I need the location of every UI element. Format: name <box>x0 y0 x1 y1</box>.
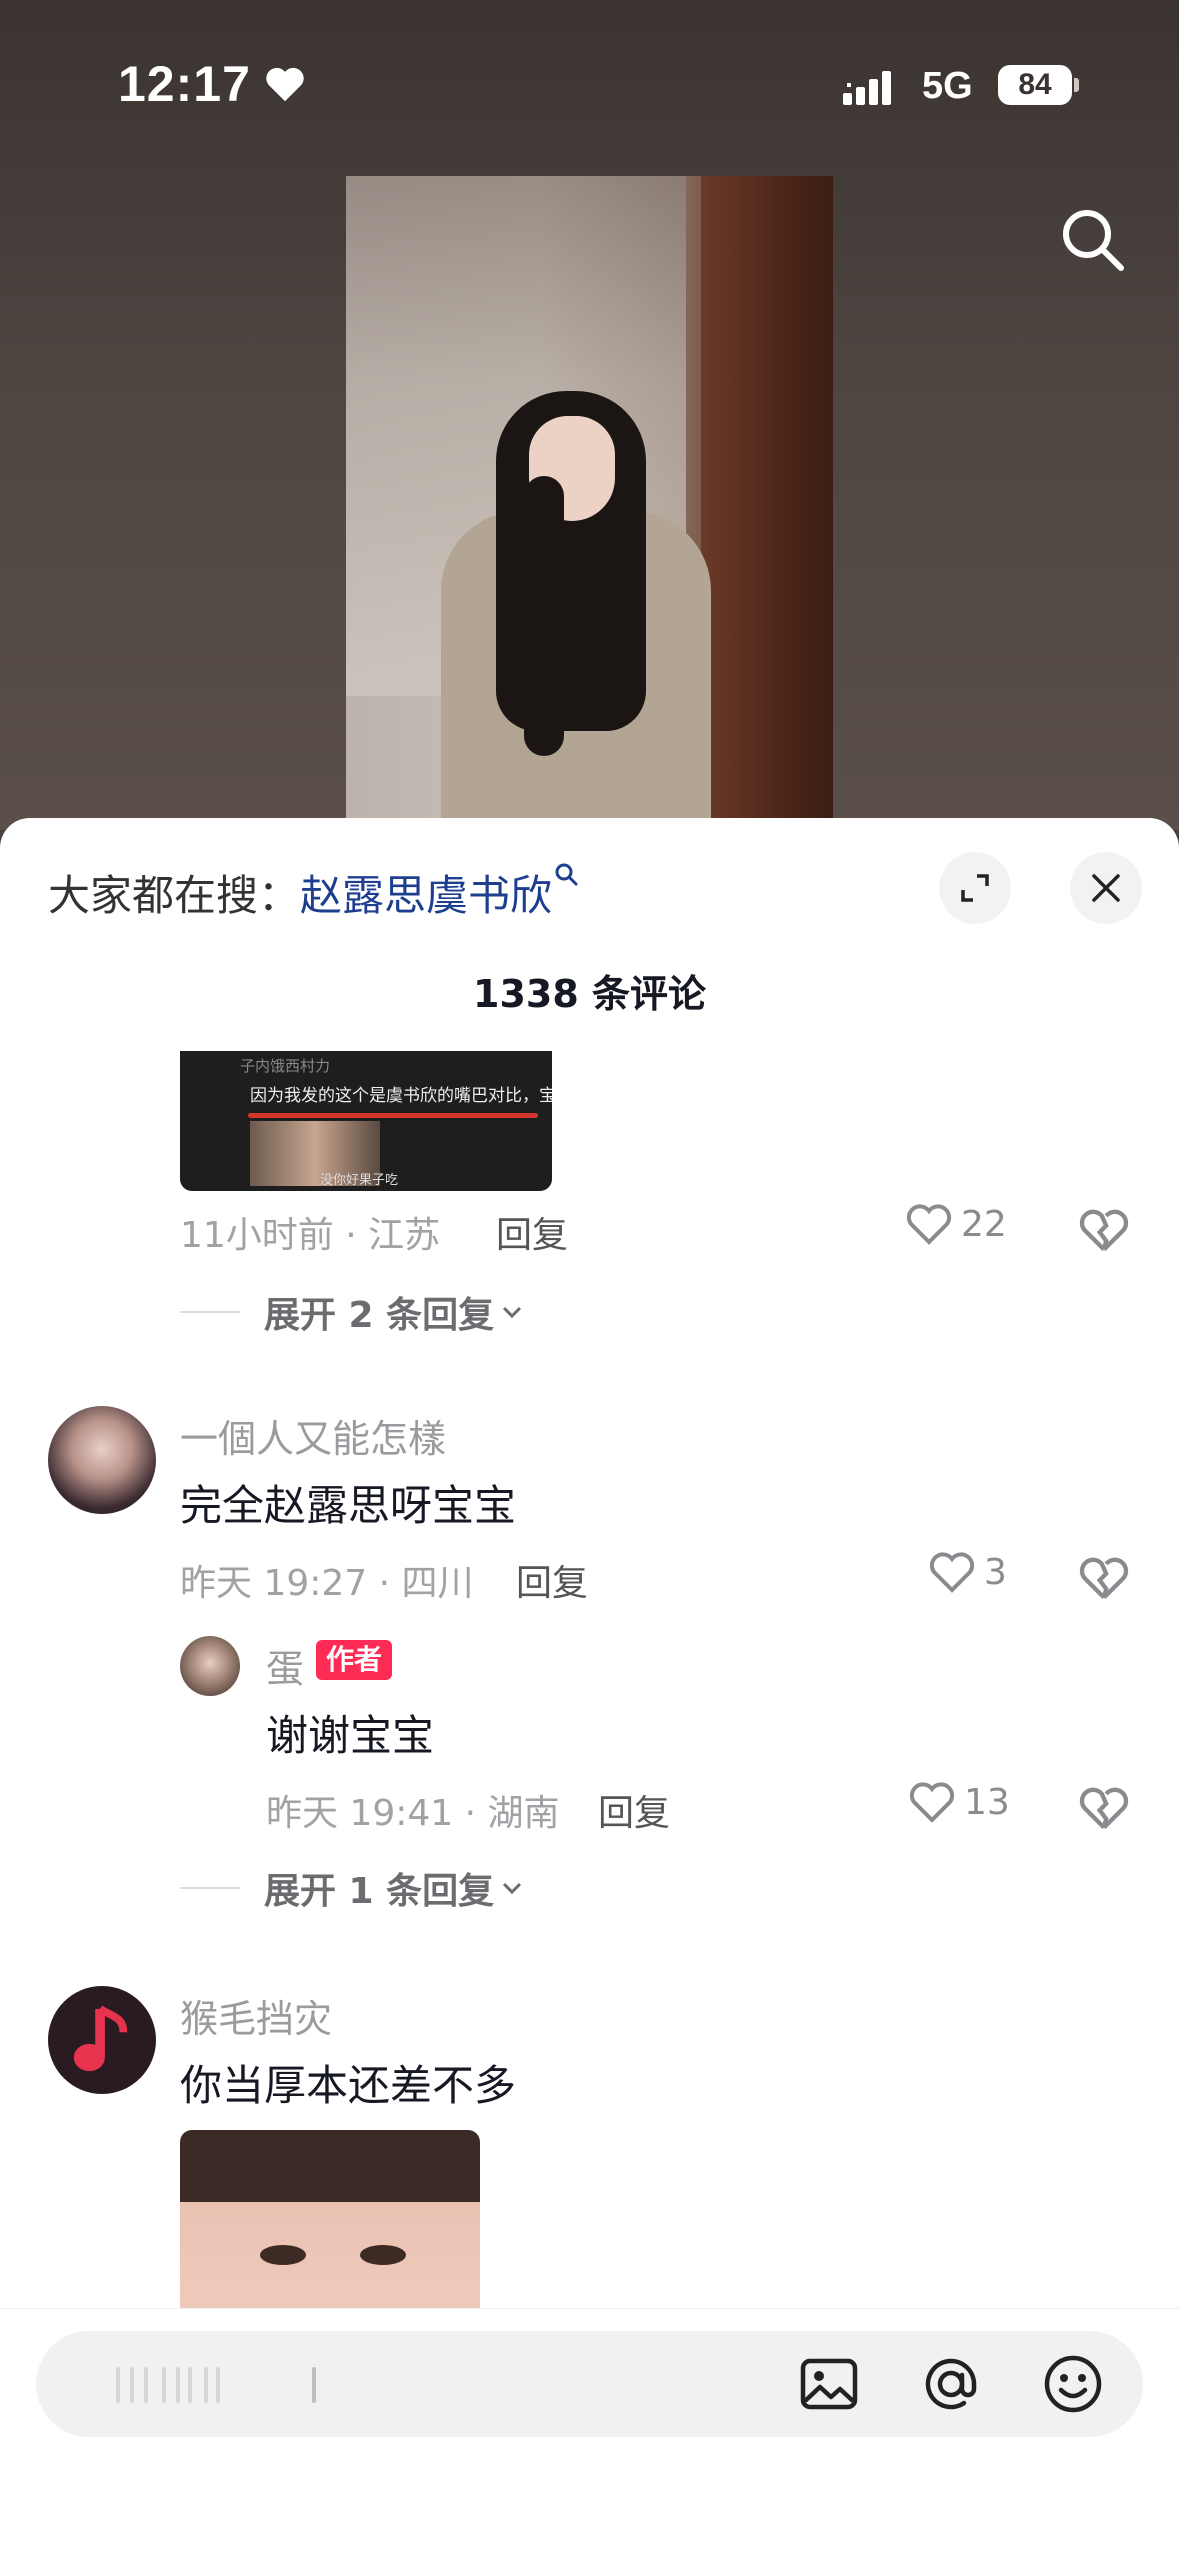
video-frame-image[interactable] <box>346 176 833 830</box>
heart-outline-icon <box>909 1782 955 1823</box>
expand-replies-button[interactable]: 展开 1 条回复 <box>180 1862 524 1914</box>
search-small-icon <box>555 863 578 886</box>
broken-heart-icon[interactable] <box>1078 1782 1130 1834</box>
battery-icon: 84 <box>998 65 1079 105</box>
input-placeholder <box>76 2357 336 2413</box>
expand-sheet-button[interactable] <box>939 852 1011 924</box>
comment-username[interactable]: 一個人又能怎樣 <box>180 1408 446 1463</box>
like-button[interactable]: 13 <box>908 1780 1010 1824</box>
broken-heart-icon[interactable] <box>1078 1552 1130 1604</box>
comment-text[interactable]: 你当厚本还差不多 <box>180 2052 516 2113</box>
expand-replies-button[interactable]: 展开 2 条回复 <box>180 1286 524 1338</box>
expand-icon <box>961 874 989 902</box>
status-bar: 12:17 5G 84 <box>0 55 1179 115</box>
image-caption: 没你好果子吃 <box>320 1173 399 1188</box>
chevron-down-icon <box>503 1882 522 1895</box>
comment-count: 1338 条评论 <box>473 972 706 1016</box>
avatar[interactable] <box>48 1406 156 1514</box>
like-button[interactable]: 22 <box>905 1202 1007 1246</box>
avatar[interactable] <box>180 1636 240 1696</box>
like-button[interactable]: 3 <box>928 1550 1007 1594</box>
image-text: 因为我发的这个是虞书欣的嘴巴对比，宝子 <box>250 1086 552 1106</box>
reply-text[interactable]: 谢谢宝宝 <box>266 1702 434 1763</box>
like-count: 13 <box>964 1781 1010 1823</box>
heart-outline-icon <box>906 1204 952 1245</box>
avatar[interactable] <box>48 1986 156 2094</box>
reply-button[interactable]: 回复 <box>598 1784 670 1836</box>
hot-search-link[interactable]: 大家都在搜：赵露思虞书欣 <box>48 862 580 923</box>
expand-replies-label: 展开 2 条回复 <box>264 1295 495 1336</box>
comment-sheet: 大家都在搜：赵露思虞书欣 1338 条评论 子内饿西村力 因为我发的这个是虞书欣… <box>0 818 1179 2556</box>
author-badge: 作者 <box>316 1640 393 1680</box>
chevron-down-icon <box>503 1306 522 1319</box>
reply-button[interactable]: 回复 <box>516 1554 588 1606</box>
image-icon[interactable] <box>798 2353 860 2415</box>
reply-username[interactable]: 蛋 <box>266 1638 304 1693</box>
image-text-top: 子内饿西村力 <box>240 1057 331 1075</box>
reply-meta: 昨天 19:41 · 湖南 <box>266 1793 560 1834</box>
comment-input[interactable] <box>36 2331 1143 2437</box>
comment-meta: 11小时前 · 江苏 <box>180 1215 441 1256</box>
comment-meta: 昨天 19:27 · 四川 <box>180 1563 474 1604</box>
comment-username[interactable]: 猴毛挡灾 <box>180 1988 332 2043</box>
heart-icon <box>266 67 304 102</box>
music-note-icon <box>73 2005 128 2072</box>
network-type: 5G <box>922 65 973 107</box>
comment-input-bar <box>0 2308 1179 2556</box>
heart-outline-icon <box>929 1552 975 1593</box>
like-count: 22 <box>961 1203 1007 1245</box>
broken-heart-icon[interactable] <box>1078 1204 1130 1256</box>
comment-attached-image[interactable] <box>180 2130 480 2320</box>
expand-replies-label: 展开 1 条回复 <box>264 1871 495 1912</box>
search-icon[interactable] <box>1058 205 1128 275</box>
emoji-icon[interactable] <box>1042 2353 1104 2415</box>
hot-search-prefix: 大家都在搜： <box>48 871 301 920</box>
status-time: 12:17 <box>118 56 251 112</box>
reply-button[interactable]: 回复 <box>496 1206 568 1258</box>
comment-text[interactable]: 完全赵露思呀宝宝 <box>180 1472 516 1533</box>
comment-attached-image[interactable]: 子内饿西村力 因为我发的这个是虞书欣的嘴巴对比，宝子 没你好果子吃 <box>180 1051 552 1191</box>
close-icon <box>1092 874 1120 902</box>
signal-icon <box>843 71 891 105</box>
like-count: 3 <box>984 1551 1007 1593</box>
mention-icon[interactable] <box>920 2353 982 2415</box>
battery-level: 84 <box>998 65 1072 105</box>
close-button[interactable] <box>1070 852 1142 924</box>
hot-search-keyword[interactable]: 赵露思虞书欣 <box>300 871 552 920</box>
